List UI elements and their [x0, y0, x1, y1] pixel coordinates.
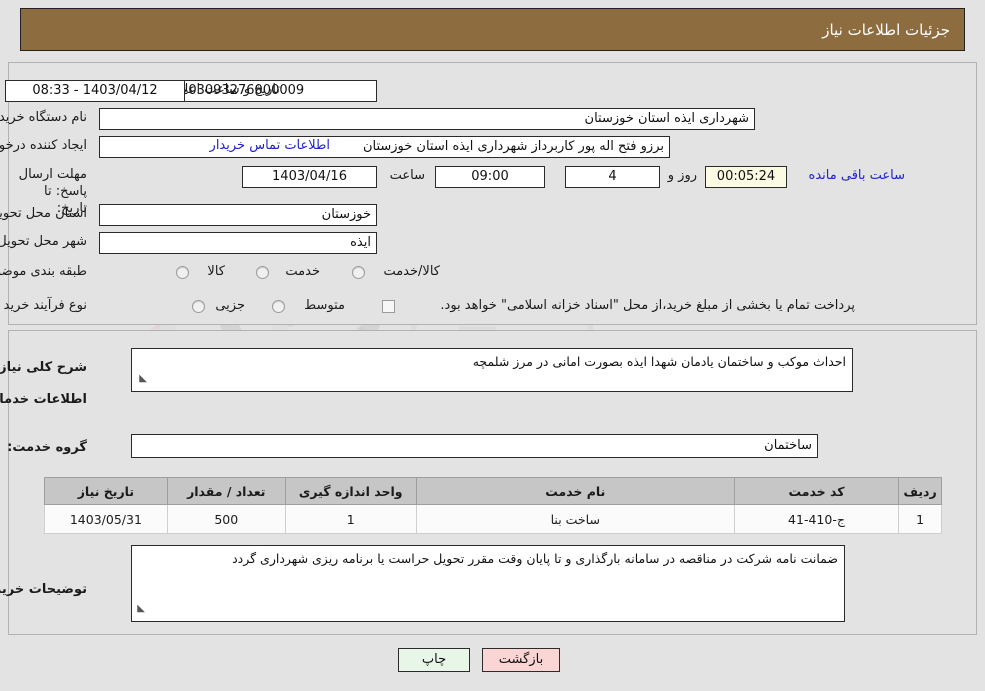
delivery-city-value: ایذه: [99, 232, 377, 254]
buyer-org-value: شهرداری ایذه استان خوزستان: [99, 108, 755, 130]
radio-category-khedmat-label: خدمت: [285, 264, 320, 279]
page-root: AriaTender.net AriaTender جزئیات اطلاعات…: [0, 0, 985, 691]
cell-service-name: ساخت بنا: [415, 504, 735, 534]
general-desc-value[interactable]: احداث موکب و ساختمان یادمان شهدا ایذه بص…: [131, 348, 853, 392]
buyer-notes-value[interactable]: ضمانت نامه شرکت در مناقصه در سامانه بارگ…: [131, 545, 845, 622]
deadline-time-value: 09:00: [435, 166, 545, 188]
radio-category-kala-label: کالا: [207, 264, 225, 279]
table-header-row: ردیف کد خدمت نام خدمت واحد اندازه گیری ت…: [44, 477, 942, 505]
th-quantity: تعداد / مقدار: [166, 477, 286, 505]
radio-category-khedmat[interactable]: [256, 266, 269, 279]
header-bar: جزئیات اطلاعات نیاز: [20, 8, 965, 51]
buyer-notes-label: توضیحات خریدار:: [0, 582, 87, 597]
radio-process-motavaset-label: متوسط: [304, 298, 345, 313]
cell-need-date: 1403/05/31: [44, 504, 168, 534]
delivery-province-label: استان محل تحویل:: [0, 206, 87, 221]
radio-category-kala[interactable]: [176, 266, 189, 279]
th-need-date: تاریخ نیاز: [44, 477, 168, 505]
remaining-time-suffix: ساعت باقی مانده: [808, 168, 905, 183]
th-service-name: نام خدمت: [415, 477, 735, 505]
process-type-label: نوع فرآیند خرید :: [0, 298, 87, 313]
services-info-heading: اطلاعات خدمات مورد نیاز: [0, 392, 87, 407]
buyer-org-label: نام دستگاه خریدار:: [0, 110, 87, 125]
days-word-label: روز و: [667, 168, 697, 183]
services-table: ردیف کد خدمت نام خدمت واحد اندازه گیری ت…: [44, 477, 942, 534]
th-service-code: کد خدمت: [733, 477, 900, 505]
cell-quantity: 500: [166, 504, 286, 534]
category-label: طبقه بندی موضوعی:: [0, 264, 87, 279]
requester-label: ایجاد کننده درخواست:: [0, 138, 87, 153]
countdown-timer: 00:05:24: [705, 166, 787, 188]
print-button[interactable]: چاپ: [398, 648, 470, 672]
radio-category-kala-khedmat-label: کالا/خدمت: [383, 264, 440, 279]
service-group-value: ساختمان: [131, 434, 818, 458]
treasury-checkbox-label: پرداخت تمام یا بخشی از مبلغ خرید،از محل …: [440, 298, 855, 313]
general-desc-label: شرح کلی نیاز:: [0, 360, 87, 375]
treasury-checkbox[interactable]: [382, 300, 395, 313]
cell-row-no: 1: [898, 504, 942, 534]
cell-service-code: ج-410-41: [733, 504, 900, 534]
requester-value: برزو فتح اله پور کاربرداز شهرداری ایذه ا…: [99, 136, 670, 158]
delivery-city-label: شهر محل تحویل:: [0, 234, 87, 249]
page-title: جزئیات اطلاعات نیاز: [822, 20, 950, 39]
radio-process-motavaset[interactable]: [272, 300, 285, 313]
service-group-label: گروه خدمت:: [7, 440, 87, 455]
radio-process-jozei-label: جزیی: [215, 298, 245, 313]
days-remaining-value: 4: [565, 166, 660, 188]
table-row: 1 ج-410-41 ساخت بنا 1 500 1403/05/31: [44, 504, 942, 534]
deadline-date-value: 1403/04/16: [242, 166, 377, 188]
delivery-province-value: خوزستان: [99, 204, 377, 226]
hour-label: ساعت: [389, 168, 425, 183]
back-button[interactable]: بازگشت: [482, 648, 560, 672]
buyer-contact-link[interactable]: اطلاعات تماس خریدار: [210, 138, 330, 153]
announce-datetime-value: 1403/04/12 - 08:33: [5, 80, 185, 102]
radio-category-kala-khedmat[interactable]: [352, 266, 365, 279]
th-row-no: ردیف: [898, 477, 942, 505]
cell-unit: 1: [284, 504, 417, 534]
th-unit: واحد اندازه گیری: [284, 477, 417, 505]
radio-process-jozei[interactable]: [192, 300, 205, 313]
